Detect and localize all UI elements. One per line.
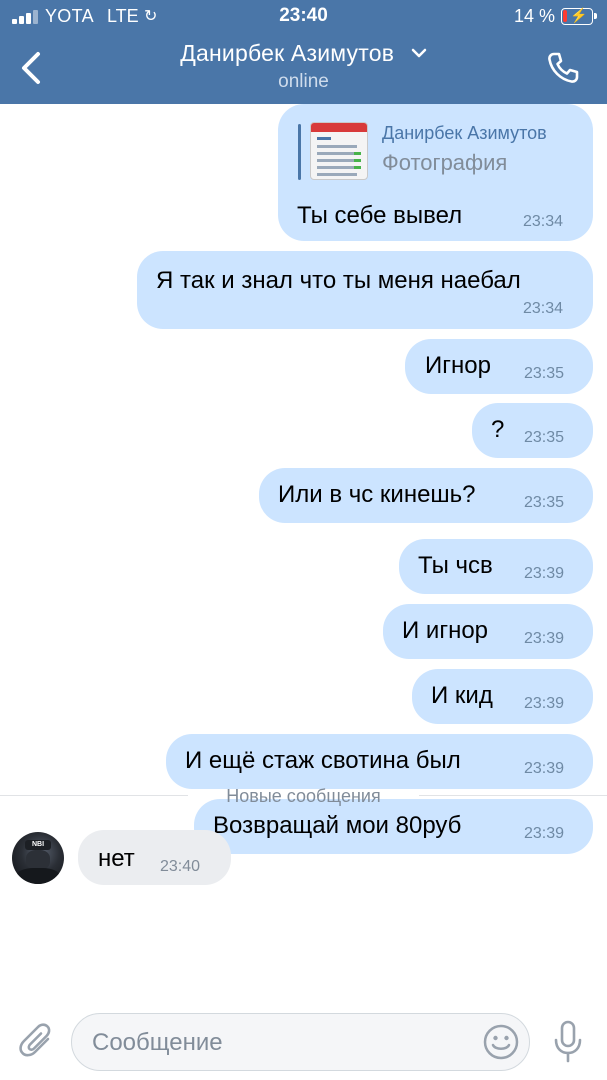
outgoing-message[interactable]: Игнор 23:35 [405,339,593,394]
battery-percent: 14 % [513,6,555,26]
outgoing-message[interactable]: Или в чс кинешь? 23:35 [259,468,593,523]
message-time: 23:39 [524,695,565,712]
incoming-message[interactable]: нет 23:40 [78,830,231,885]
outgoing-message[interactable]: И кид 23:39 [412,669,593,724]
outgoing-message[interactable]: ? 23:35 [472,403,593,458]
photo-thumbnail[interactable] [310,122,368,180]
message-text: Ты себе вывел [297,202,463,229]
message-time: 23:39 [524,825,565,842]
online-status: online [278,71,329,92]
outgoing-message[interactable]: Я так и знал что ты меня наебал 23:34 [137,251,593,329]
new-messages-divider: Новые сообщения [0,784,607,808]
message-text: И игнор [402,617,489,644]
outgoing-message[interactable]: И игнор 23:39 [383,604,593,659]
reply-author: Данирбек Азимутов [382,123,547,143]
contact-name: Данирбек Азимутов [180,40,395,66]
message-time: 23:39 [524,760,565,777]
reply-bar [298,124,301,180]
chat-title-block[interactable]: Данирбек Азимутов online [0,40,607,93]
message-text: Игнор [425,352,491,379]
message-placeholder: Сообщение [92,1029,223,1056]
chat-header: YOTA LTE ↻ 23:40 14 % ⚡ Данирбек Азимуто… [0,0,607,104]
message-text: нет [98,845,135,872]
message-time: 23:35 [524,494,565,511]
smile-icon[interactable] [482,1023,520,1061]
status-bar: YOTA LTE ↻ 23:40 14 % ⚡ [0,0,607,34]
message-time: 23:35 [524,429,565,446]
message-text: ? [491,416,505,443]
outgoing-message[interactable]: И ещё стаж свотина был 23:39 [166,734,593,789]
message-time: 23:35 [524,365,565,382]
new-messages-label: Новые сообщения [226,786,381,806]
message-text: Ты чсв [418,552,493,579]
charging-bolt-icon: ⚡ [570,7,588,23]
message-time: 23:34 [523,300,564,317]
battery-level [563,10,567,22]
message-text: И ещё стаж свотина был [185,747,461,774]
message-time: 23:39 [524,630,565,647]
chat-title[interactable]: Данирбек Азимутов [0,40,607,67]
message-time: 23:34 [523,213,564,230]
message-text: Возвращай мои 80руб [213,812,462,839]
reply-text: Фотография [382,150,508,175]
message-text: Или в чс кинешь? [278,481,476,508]
outgoing-message[interactable]: Данирбек Азимутов Фотография Ты себе выв… [278,104,593,241]
message-time: 23:40 [160,858,201,875]
avatar[interactable]: NBI [12,832,64,884]
avatar-cap-text: NBI [25,840,51,850]
message-time: 23:39 [524,565,565,582]
phone-icon[interactable] [545,50,581,86]
microphone-icon[interactable] [553,1020,583,1064]
message-composer: Сообщение [0,1004,607,1080]
message-text: Я так и знал что ты меня наебал [156,267,521,294]
paperclip-icon[interactable] [18,1022,56,1062]
message-text: И кид [431,682,493,709]
battery-icon: ⚡ [561,7,597,25]
message-input[interactable]: Сообщение [71,1013,530,1071]
outgoing-message[interactable]: Ты чсв 23:39 [399,539,593,594]
chevron-down-icon [411,48,426,58]
